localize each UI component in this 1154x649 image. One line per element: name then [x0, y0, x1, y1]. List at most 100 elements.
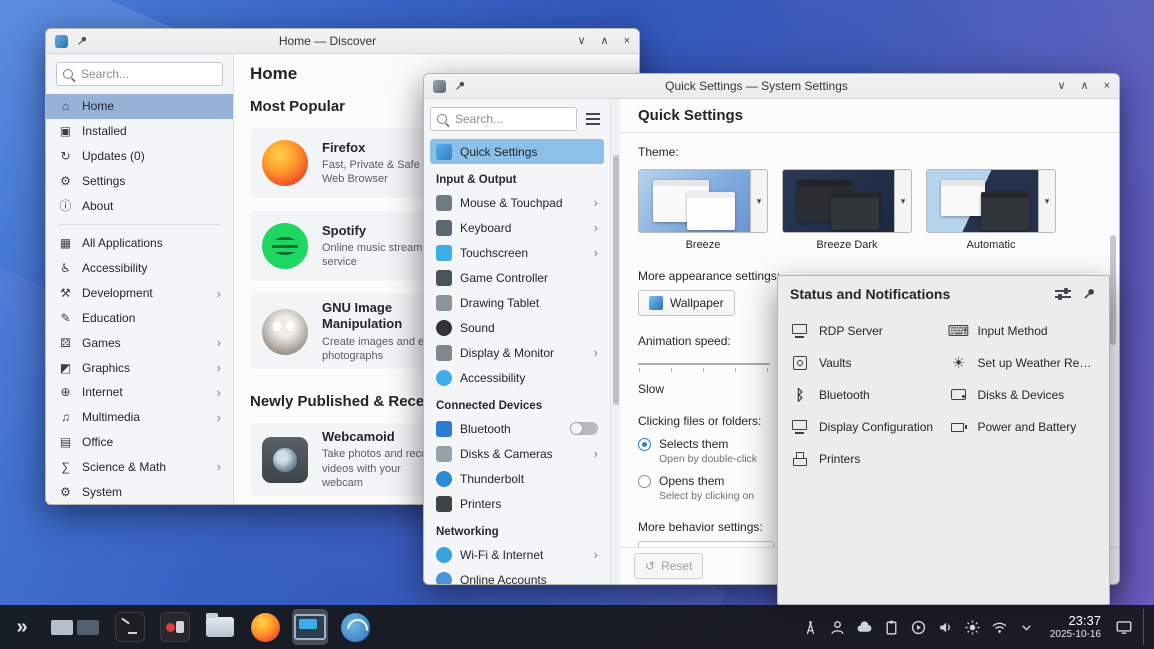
status-item-printers[interactable]: Printers: [786, 444, 943, 474]
sidebar-item-touchscreen[interactable]: Touchscreen ›: [430, 240, 604, 265]
discover-titlebar[interactable]: Home — Discover ∨ ∧ ×: [46, 29, 639, 54]
status-item-input-method[interactable]: ⌨ Input Method: [945, 316, 1102, 346]
category-science-math[interactable]: ∑ Science & Math ›: [46, 454, 233, 479]
maximize-button[interactable]: ∧: [1081, 81, 1089, 92]
taskbar: »: [0, 605, 1154, 649]
sidebar-item-updates[interactable]: ↻ Updates (0): [46, 144, 233, 169]
show-desktop-button[interactable]: [1143, 609, 1148, 645]
status-item-display-configuration[interactable]: Display Configuration: [786, 412, 943, 442]
taskbar-terminal[interactable]: [112, 609, 148, 645]
display-icon[interactable]: [1114, 617, 1134, 637]
category-development[interactable]: ⚒ Development ›: [46, 281, 233, 306]
sidebar-item-quick-settings[interactable]: Quick Settings: [430, 139, 604, 164]
settings-titlebar[interactable]: Quick Settings — System Settings ∨ ∧ ×: [424, 74, 1119, 99]
updates-icon: ↻: [58, 149, 73, 163]
sidebar-item-home[interactable]: ⌂ Home: [46, 94, 233, 119]
search-icon: [437, 114, 447, 124]
sidebar-item-printers[interactable]: Printers: [430, 491, 604, 516]
category-games[interactable]: ⚄ Games ›: [46, 330, 233, 355]
sidebar-item-drawing-tablet[interactable]: Drawing Tablet: [430, 290, 604, 315]
settings-sidebar: Quick Settings Input & Output Mouse & To…: [424, 99, 610, 584]
dropdown-arrow-icon[interactable]: ▾: [751, 169, 768, 233]
category-internet[interactable]: ⊕ Internet ›: [46, 380, 233, 405]
category-education[interactable]: ✎ Education: [46, 306, 233, 331]
close-button[interactable]: ×: [624, 36, 630, 47]
volume-icon[interactable]: [936, 617, 956, 637]
category-accessibility[interactable]: ♿ Accessibility: [46, 256, 233, 281]
dropdown-arrow-icon[interactable]: ▾: [895, 169, 912, 233]
clipboard-icon[interactable]: [882, 617, 902, 637]
sidebar-item-sound[interactable]: Sound: [430, 315, 604, 340]
taskbar-file-manager[interactable]: [202, 609, 238, 645]
sidebar-item-online-accounts[interactable]: Online Accounts: [430, 567, 604, 584]
search-input[interactable]: [430, 107, 577, 131]
status-item-disks-devices[interactable]: Disks & Devices: [945, 380, 1102, 410]
sidebar-item-about[interactable]: ⓘ About: [46, 193, 233, 218]
configure-icon[interactable]: [1055, 287, 1071, 301]
pin-icon[interactable]: [1081, 286, 1097, 302]
menu-button[interactable]: [582, 108, 604, 130]
desktop-2[interactable]: [77, 620, 99, 635]
reset-button[interactable]: ↺ Reset: [634, 553, 703, 579]
sidebar-item-installed[interactable]: ▣ Installed: [46, 119, 233, 144]
sidebar-item-wifi-internet[interactable]: Wi-Fi & Internet ›: [430, 542, 604, 567]
category-multimedia[interactable]: ♫ Multimedia ›: [46, 405, 233, 430]
cloud-icon[interactable]: [855, 617, 875, 637]
status-notifications-popup: Status and Notifications RDP Server ⌨ In…: [777, 275, 1110, 605]
maximize-button[interactable]: ∧: [601, 36, 609, 47]
category-graphics[interactable]: ◩ Graphics ›: [46, 355, 233, 380]
search-input[interactable]: [56, 62, 223, 86]
category-office[interactable]: ▤ Office: [46, 430, 233, 455]
pin-icon[interactable]: [453, 79, 467, 93]
taskbar-screen-recorder[interactable]: [157, 609, 193, 645]
status-item-vaults[interactable]: Vaults: [786, 348, 943, 378]
status-item-rdp-server[interactable]: RDP Server: [786, 316, 943, 346]
status-item-power-battery[interactable]: Power and Battery: [945, 412, 1102, 442]
sidebar-item-keyboard[interactable]: Keyboard ›: [430, 215, 604, 240]
user-icon[interactable]: [828, 617, 848, 637]
wifi-icon[interactable]: [990, 617, 1010, 637]
dropdown-arrow-icon[interactable]: ▾: [1039, 169, 1056, 233]
sidebar-item-mouse-touchpad[interactable]: Mouse & Touchpad ›: [430, 190, 604, 215]
radio-button-icon[interactable]: [638, 475, 651, 488]
close-button[interactable]: ×: [1104, 81, 1110, 92]
virtual-desktop-pager[interactable]: [51, 620, 99, 635]
sidebar-item-thunderbolt[interactable]: Thunderbolt: [430, 466, 604, 491]
taskbar-firefox[interactable]: [247, 609, 283, 645]
sidebar-scrollbar[interactable]: [610, 99, 620, 584]
clock[interactable]: 23:37 2025-10-16: [1050, 614, 1101, 640]
sidebar-item-accessibility[interactable]: Accessibility: [430, 365, 604, 390]
wallpaper-button[interactable]: Wallpaper: [638, 290, 735, 316]
sidebar-item-display-monitor[interactable]: Display & Monitor ›: [430, 340, 604, 365]
taskbar-discover[interactable]: [337, 609, 373, 645]
theme-option-breeze-dark[interactable]: ▾ Breeze Dark: [782, 169, 912, 251]
brightness-icon[interactable]: [963, 617, 983, 637]
accessibility-icon: ♿: [58, 261, 73, 275]
content-scrollbar[interactable]: [1110, 139, 1117, 584]
radio-button-icon[interactable]: [638, 438, 651, 451]
antenna-icon[interactable]: [801, 617, 821, 637]
bluetooth-toggle[interactable]: [570, 422, 598, 435]
app-launcher-button[interactable]: »: [6, 611, 38, 643]
minimize-button[interactable]: ∨: [1057, 81, 1065, 92]
sidebar-item-disks-cameras[interactable]: Disks & Cameras ›: [430, 441, 604, 466]
animation-speed-slider[interactable]: [638, 358, 770, 374]
category-system[interactable]: ⚙ System: [46, 479, 233, 504]
tray-expand-chevron-icon[interactable]: [1017, 617, 1037, 637]
sidebar-item-game-controller[interactable]: Game Controller: [430, 265, 604, 290]
media-player-icon[interactable]: [909, 617, 929, 637]
theme-option-automatic[interactable]: ▾ Automatic: [926, 169, 1056, 251]
games-icon: ⚄: [58, 336, 73, 350]
printers-icon: [790, 449, 810, 469]
desktop-1[interactable]: [51, 620, 73, 635]
category-all-applications[interactable]: ▦ All Applications: [46, 231, 233, 256]
pin-icon[interactable]: [75, 34, 89, 48]
popup-header: Status and Notifications: [778, 276, 1109, 312]
status-item-weather[interactable]: ☀ Set up Weather Report…: [945, 348, 1102, 378]
sidebar-item-settings[interactable]: ⚙ Settings: [46, 168, 233, 193]
taskbar-system-settings[interactable]: [292, 609, 328, 645]
sidebar-item-bluetooth[interactable]: Bluetooth: [430, 416, 604, 441]
status-item-bluetooth[interactable]: ᛒ Bluetooth: [786, 380, 943, 410]
theme-option-breeze[interactable]: ▾ Breeze: [638, 169, 768, 251]
minimize-button[interactable]: ∨: [577, 36, 585, 47]
